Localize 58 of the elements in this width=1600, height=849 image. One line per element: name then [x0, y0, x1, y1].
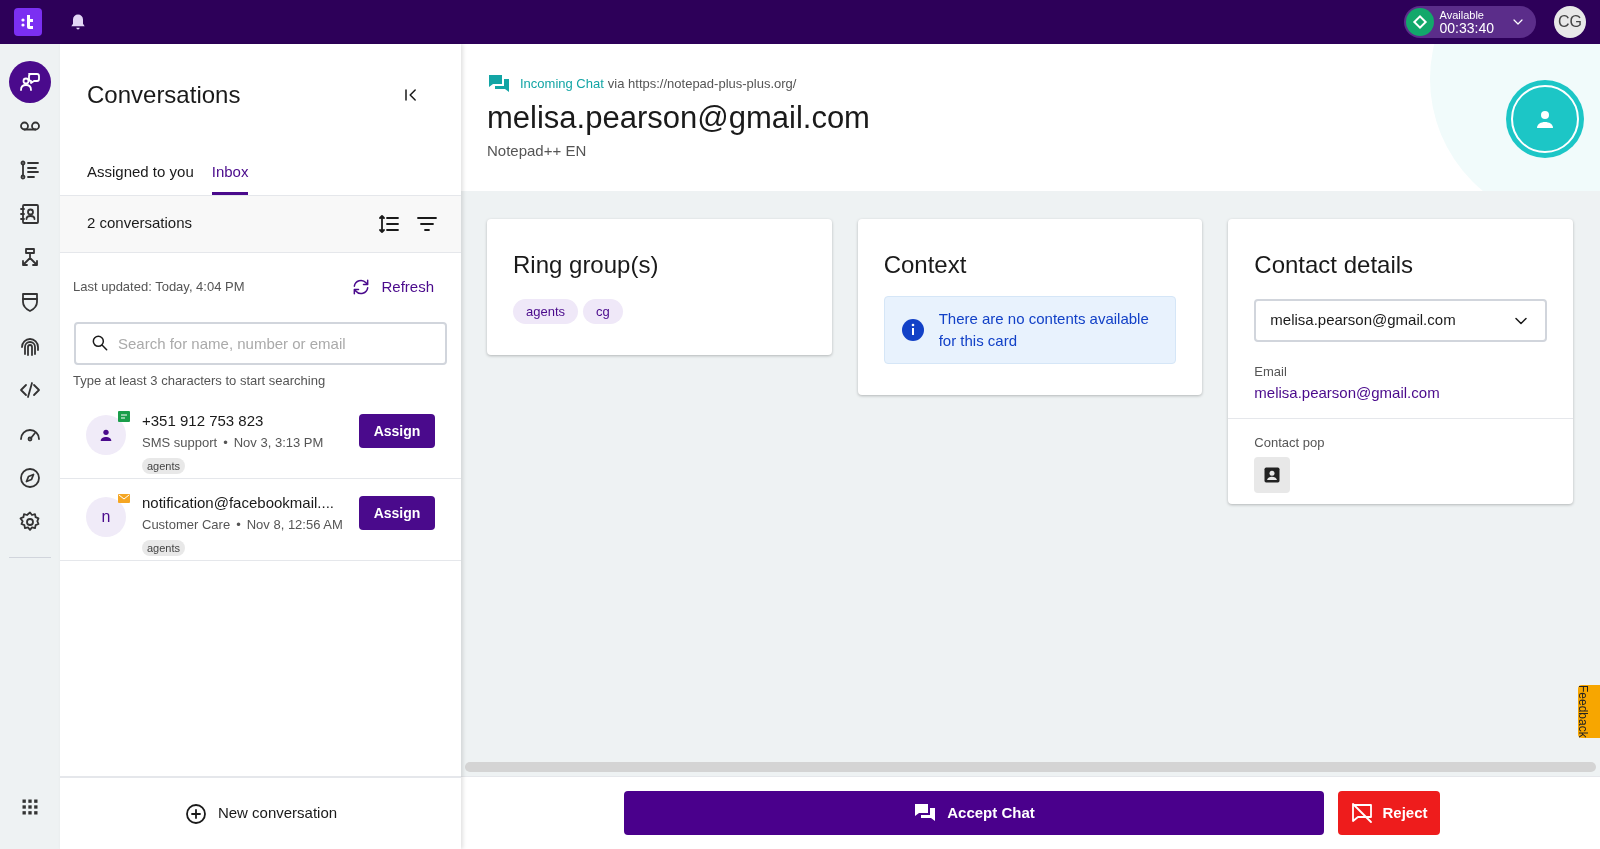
user-avatar[interactable]: CG — [1554, 6, 1586, 38]
conversation-count: 2 conversations — [87, 213, 194, 234]
chat-off-icon — [1350, 801, 1375, 825]
envelope-badge-icon — [118, 492, 130, 505]
panel-title: Conversations — [87, 80, 241, 110]
field-label: Contact pop — [1253, 434, 1326, 452]
search-hint: Type at least 3 characters to start searching — [72, 372, 327, 390]
contact-select[interactable]: melisa.pearson@gmail.com — [1254, 299, 1547, 342]
card-title: Contact details — [1253, 250, 1415, 280]
channel-label: Incoming Chat — [520, 75, 604, 94]
refresh-button[interactable]: Refresh — [351, 275, 434, 298]
status-selector[interactable]: Available 00:33:40 — [1403, 6, 1536, 38]
channel-name: SMS support — [142, 433, 218, 452]
conversation-name: notification@facebookmail.... — [142, 492, 335, 513]
chat-person-icon — [18, 70, 42, 94]
conversation-time: Nov 3, 3:13 PM — [233, 433, 324, 452]
last-updated-text: Last updated: Today, 4:04 PM — [73, 278, 246, 296]
status-label: Available — [1439, 9, 1484, 22]
tag: agents — [513, 299, 579, 324]
chat-badge-icon — [118, 410, 130, 423]
horizontal-scrollbar[interactable] — [465, 762, 1596, 772]
plus-circle-icon — [183, 801, 208, 826]
contact-subtitle: Notepad++ EN — [487, 141, 588, 161]
reject-button[interactable]: Reject — [1338, 791, 1440, 835]
tab[interactable]: Assigned to you — [87, 157, 194, 195]
status-timer: 00:33:40 — [1439, 22, 1494, 35]
info-text: There are no contents available for this card — [938, 309, 1150, 351]
field-label: Email — [1253, 363, 1288, 381]
new-conversation-button[interactable]: New conversation — [183, 801, 338, 826]
tag: agents — [142, 457, 186, 474]
compass-icon — [18, 466, 42, 490]
contact-pop-button[interactable] — [1254, 456, 1291, 493]
info-icon — [900, 318, 925, 342]
separator-dot: • — [223, 433, 228, 452]
avatar-letter: n — [101, 506, 111, 527]
accept-chat-button[interactable]: Accept Chat — [624, 791, 1324, 835]
list-icon — [18, 158, 42, 182]
assign-button[interactable]: Assign — [359, 495, 435, 530]
search-icon — [90, 333, 110, 353]
email-link[interactable]: melisa.pearson@gmail.com — [1254, 381, 1547, 404]
contact-title: melisa.pearson@gmail.com — [487, 100, 870, 136]
logo-icon — [14, 8, 42, 36]
feedback-tab[interactable]: Feedback — [1578, 685, 1600, 738]
gear-icon — [18, 510, 42, 534]
conversation-time: Nov 8, 12:56 AM — [246, 515, 343, 534]
conversation-name: +351 912 753 823 — [142, 410, 265, 431]
nav-button[interactable] — [9, 61, 51, 103]
separator-dot: • — [236, 515, 241, 534]
assign-button[interactable]: Assign — [359, 413, 435, 448]
tag: cg — [583, 299, 623, 324]
contact-book-icon — [18, 202, 42, 226]
search-field[interactable]: Search for name, number or email — [74, 322, 447, 365]
via-text: via https://notepad-plus-plus.org/ — [607, 75, 797, 94]
apps-grid-icon[interactable] — [20, 797, 40, 817]
card-title: Ring group(s) — [513, 250, 660, 280]
channel-name: Customer Care — [142, 515, 231, 534]
card-title: Context — [883, 250, 968, 280]
tag: agents — [142, 539, 186, 556]
